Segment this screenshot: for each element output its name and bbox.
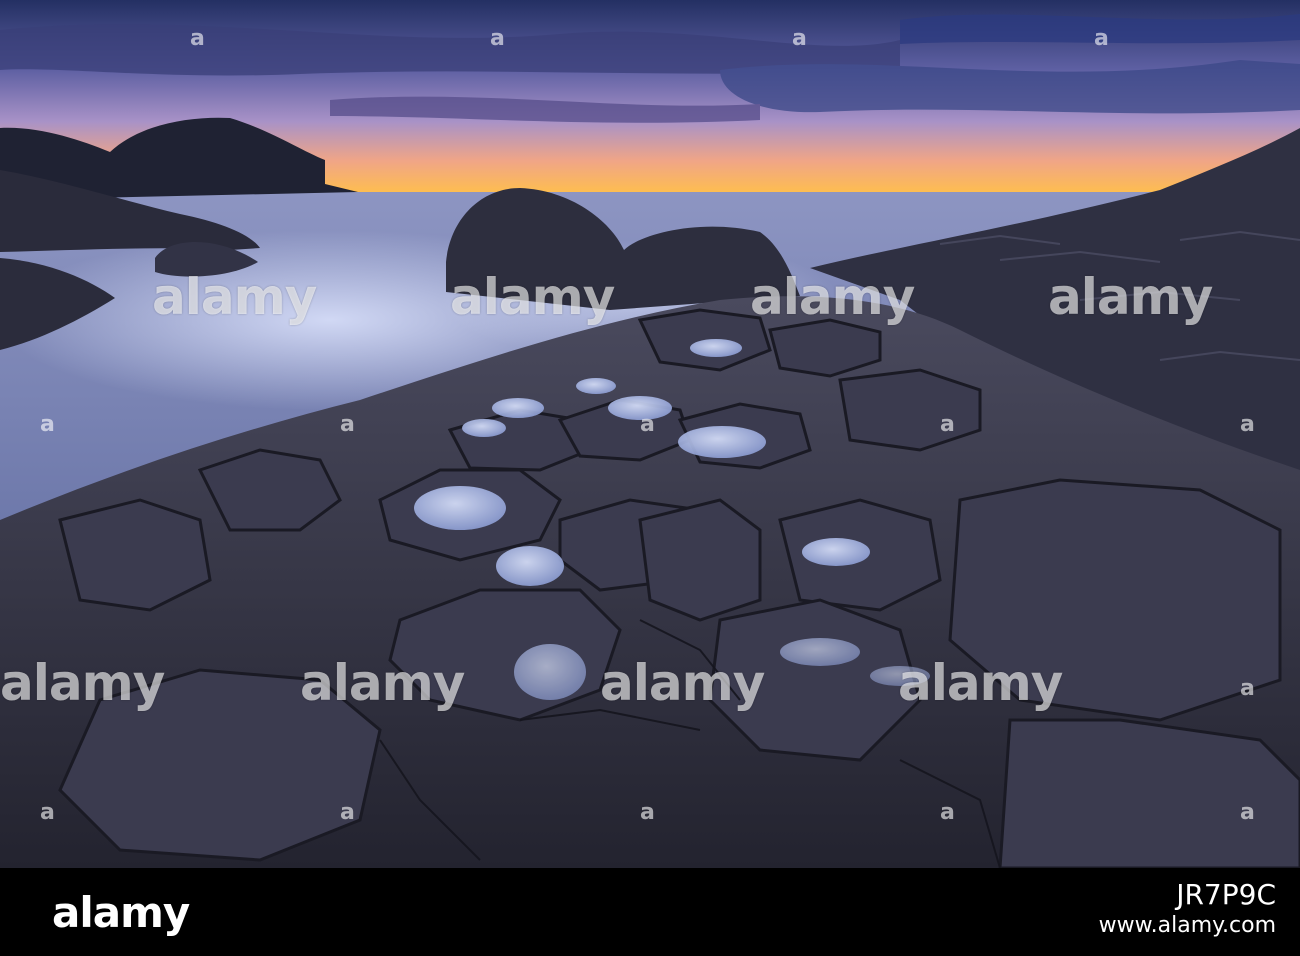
coastal-basalt-photo: a a a a alamy alamy alamy alamy alamy al… xyxy=(0,0,1300,868)
footer-info: JR7P9C www.alamy.com xyxy=(1099,878,1276,940)
site-url: www.alamy.com xyxy=(1098,913,1276,938)
image-id: JR7P9C xyxy=(1176,878,1276,911)
scene-illustration xyxy=(0,0,1300,868)
stock-footer-bar: alamy JR7P9C www.alamy.com xyxy=(0,868,1300,956)
footer-logo: alamy xyxy=(52,888,190,937)
photo-frame: a a a a alamy alamy alamy alamy alamy al… xyxy=(0,0,1300,956)
